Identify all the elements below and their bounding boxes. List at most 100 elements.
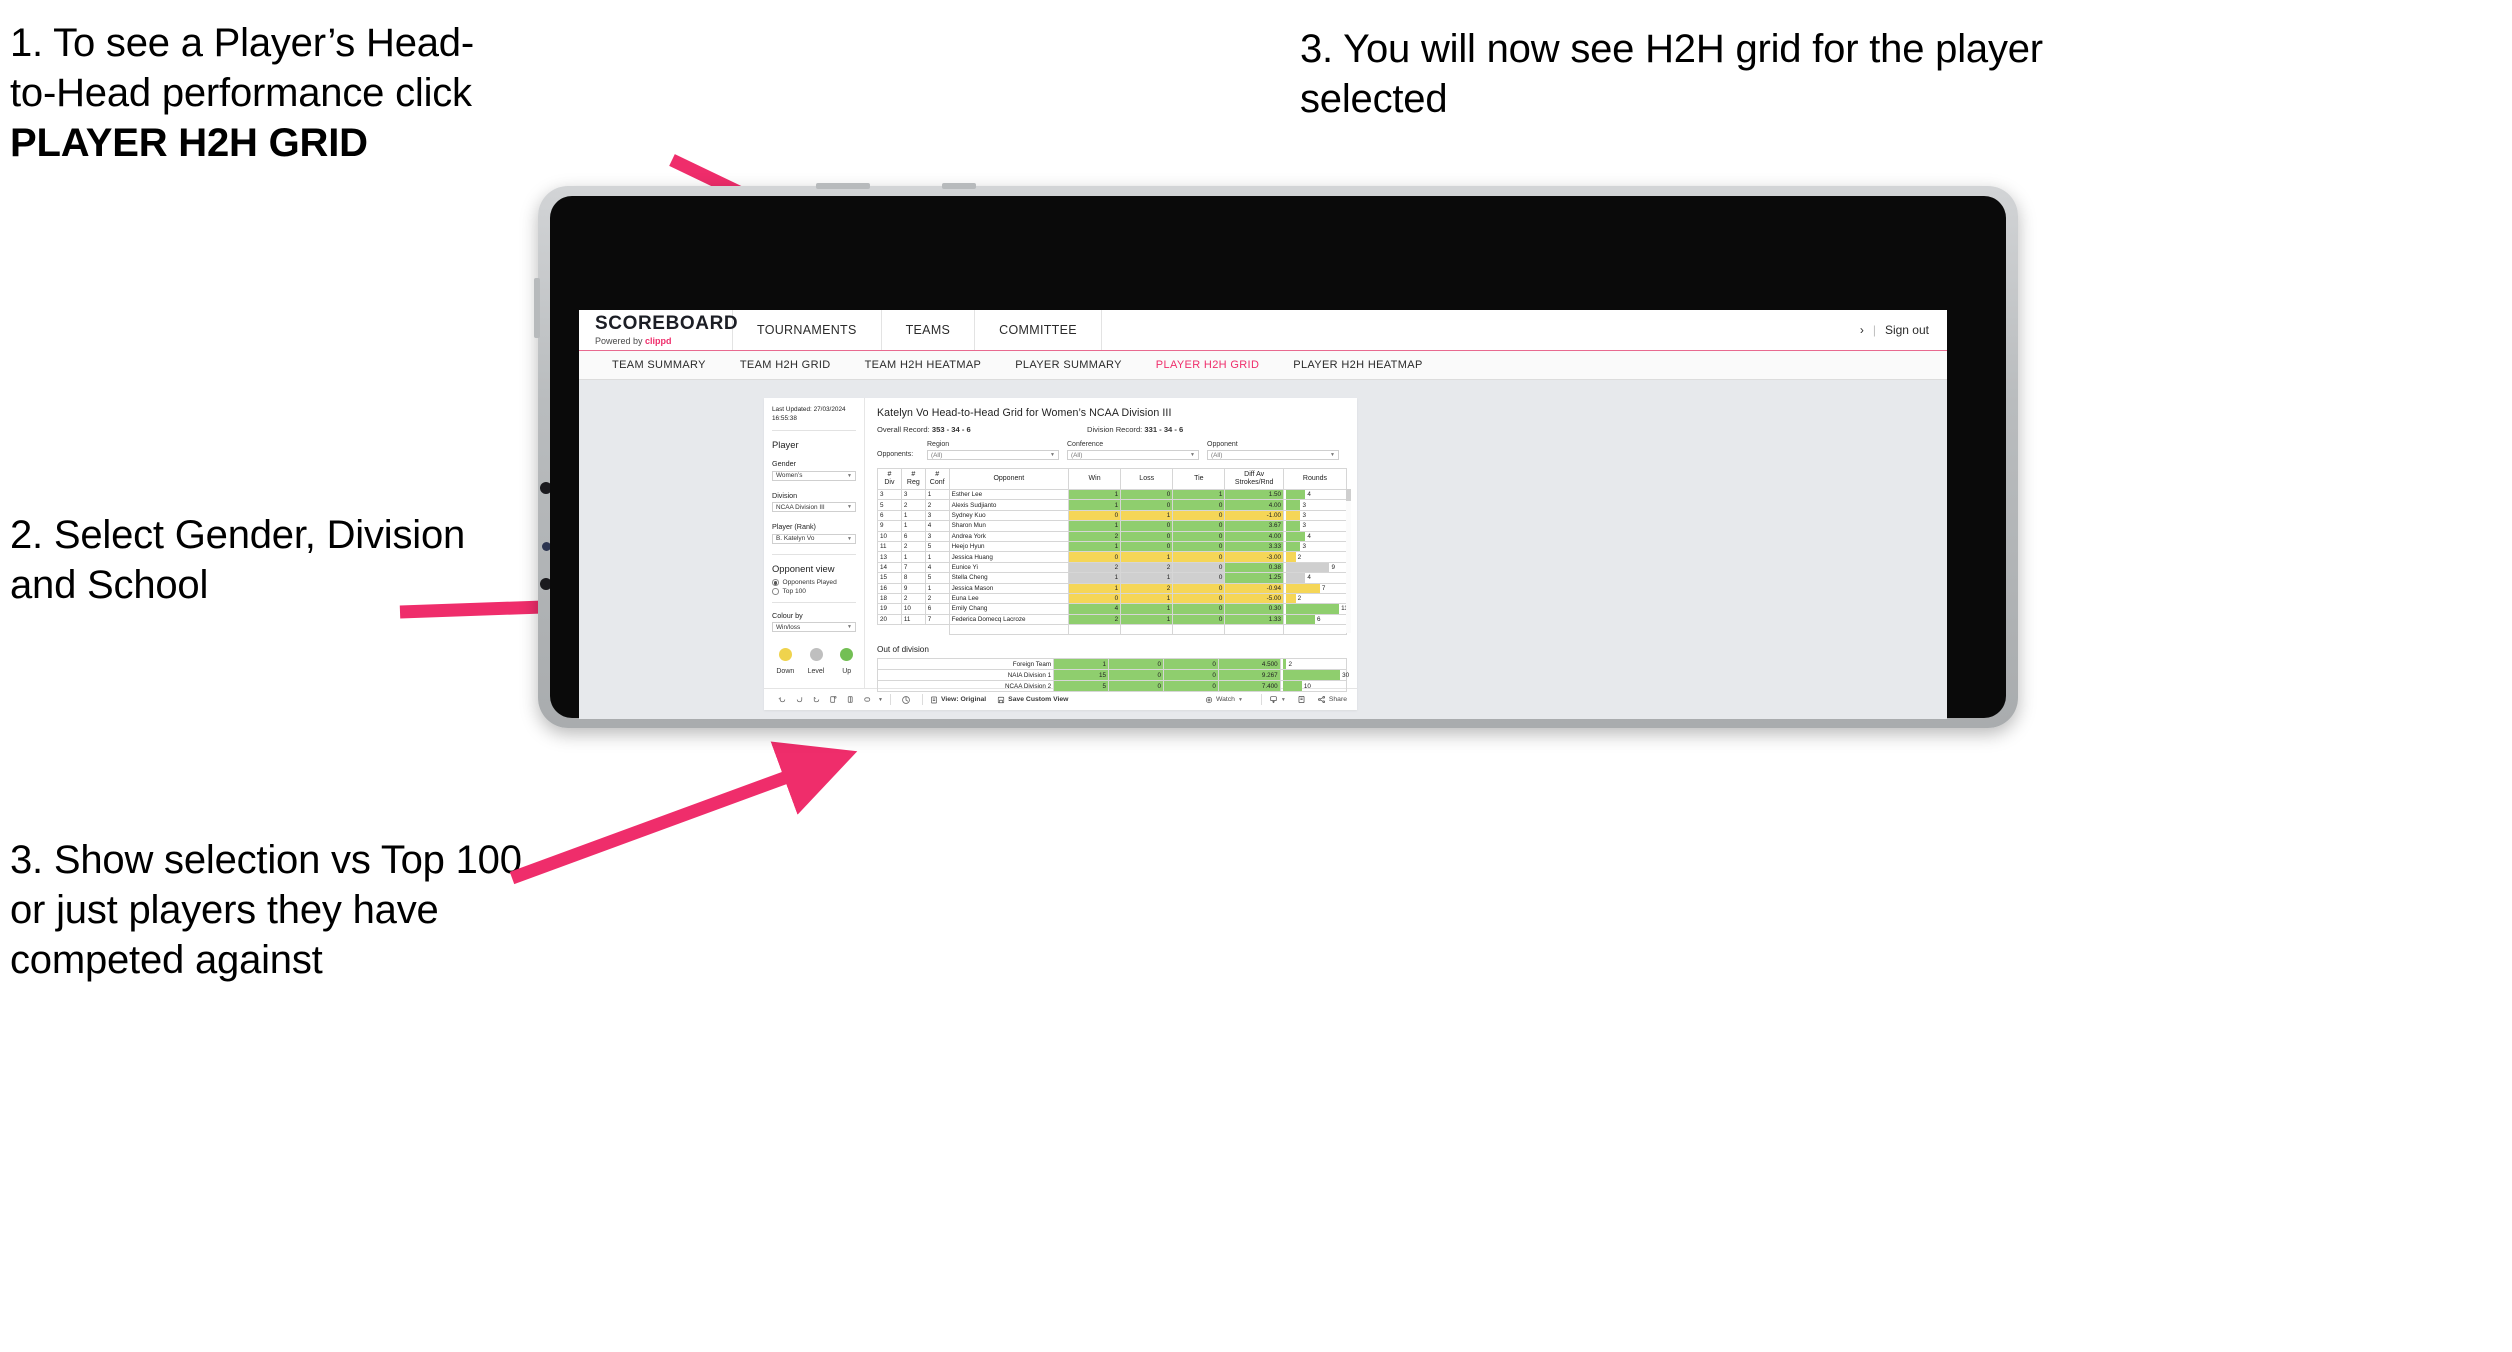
cell-div: 14 [877, 561, 902, 574]
sign-out-link[interactable]: Sign out [1885, 323, 1929, 337]
table-row[interactable]: 9 1 4 Sharon Mun 1 0 0 3.67 3 [877, 520, 1348, 532]
table-row[interactable]: 16 9 1 Jessica Mason 1 2 0 -0.94 7 [877, 582, 1348, 594]
cell-diff: 0.38 [1224, 561, 1284, 574]
subnav-item-team-summary[interactable]: TEAM SUMMARY [595, 359, 723, 371]
filter-region-select[interactable]: (All) ▼ [927, 450, 1059, 460]
toolbar-divider-2 [921, 694, 923, 705]
table-row[interactable]: 5 2 2 Alexis Sudjianto 1 0 0 4.00 3 [877, 499, 1348, 511]
topnav-item-tournaments[interactable]: TOURNAMENTS [733, 310, 882, 350]
table-row[interactable]: 11 2 5 Heejo Hyun 1 0 0 3.33 3 [877, 540, 1348, 553]
cell-loss: 2 [1120, 561, 1174, 574]
chevron-down-icon: ▼ [847, 624, 852, 631]
out-of-division-row[interactable]: Foreign Team 1 0 0 4.500 2 [876, 658, 1348, 671]
table-row[interactable]: 13 1 1 Jessica Huang 0 1 0 -3.00 2 [877, 551, 1348, 563]
legend-dot-down-icon [778, 648, 792, 662]
cell-conf: 3 [924, 509, 950, 522]
watch-button[interactable]: Watch ▼ [1205, 696, 1243, 704]
undo-icon[interactable] [774, 695, 791, 704]
table-row[interactable]: 15 8 5 Stella Cheng 1 1 0 1.25 4 [877, 572, 1348, 584]
cell-diff: -0.94 [1224, 582, 1284, 594]
radio-top-100[interactable]: Top 100 [772, 588, 856, 595]
cell-opponent: Alexis Sudjianto [948, 499, 1070, 511]
out-of-division-row[interactable]: NCAA Division 2 5 0 0 7.400 10 [876, 680, 1348, 693]
cell-opponent: Esther Lee [948, 488, 1070, 501]
brand-logo[interactable]: SCOREBOARD Powered by clippd [579, 310, 739, 350]
annotation-4: 3. You will now see H2H grid for the pla… [1300, 27, 2043, 121]
cell-win: 0 [1068, 592, 1122, 605]
fullscreen-button[interactable] [1297, 695, 1306, 704]
filters-label: Opponents: [877, 451, 914, 458]
gender-select[interactable]: Women’s ▼ [772, 470, 856, 481]
colour-by-select[interactable]: Win/loss ▼ [772, 622, 856, 633]
download-button[interactable]: ▼ [1269, 695, 1286, 704]
player-rank-select[interactable]: B. Katelyn Vo ▼ [772, 533, 856, 544]
grid-scrollbar-thumb[interactable] [1346, 489, 1351, 501]
toolbar-divider-3 [1260, 694, 1262, 705]
division-record: Division Record: 331 - 34 - 6 [1087, 425, 1183, 434]
highlight-icon[interactable] [859, 695, 876, 704]
table-row[interactable]: 10 6 3 Andrea York 2 0 0 4.00 4 [877, 530, 1348, 542]
subnav-item-player-h2h-grid[interactable]: PLAYER H2H GRID [1139, 359, 1276, 371]
brand-sub-clippd: clippd [645, 336, 672, 346]
save-custom-view-button[interactable]: Save Custom View [997, 696, 1068, 704]
cell-loss: 0 [1120, 520, 1174, 532]
player-rank-value: B. Katelyn Vo [776, 535, 815, 543]
subnav-item-team-h2h-heatmap[interactable]: TEAM H2H HEATMAP [848, 359, 999, 371]
cell-diff: 4.00 [1224, 530, 1284, 542]
division-select[interactable]: NCAA Division III ▼ [772, 502, 856, 513]
clear-filter-icon[interactable] [898, 695, 915, 705]
pause-icon[interactable] [842, 695, 859, 704]
revert-icon[interactable] [808, 695, 825, 704]
cell-rounds: 11 [1282, 603, 1348, 615]
grid-scrollbar[interactable] [1346, 489, 1351, 633]
cell-tie: 0 [1172, 572, 1226, 584]
topnav-item-committee[interactable]: COMMITTEE [975, 310, 1102, 350]
highlight-chevron-icon[interactable]: ▼ [878, 697, 883, 703]
subnav-item-player-summary[interactable]: PLAYER SUMMARY [998, 359, 1139, 371]
filter-opponent-select[interactable]: (All) ▼ [1207, 450, 1339, 460]
table-row[interactable]: 14 7 4 Eunice Yi 2 2 0 0.38 9 [877, 561, 1348, 574]
out-of-division-row[interactable]: NAIA Division 1 15 0 0 9.267 30 [876, 669, 1349, 682]
topnav-item-teams[interactable]: TEAMS [882, 310, 976, 350]
table-row[interactable]: 19 10 6 Emily Chang 4 1 0 0.30 11 [877, 603, 1348, 615]
cell-conf: 2 [924, 499, 950, 511]
filter-conference-select[interactable]: (All) ▼ [1067, 450, 1199, 460]
filter-region-value: (All) [931, 451, 943, 459]
table-row[interactable]: 18 2 2 Euna Lee 0 1 0 -5.00 2 [877, 592, 1348, 605]
subnav-item-team-h2h-grid[interactable]: TEAM H2H GRID [723, 359, 848, 371]
colour-legend: Down Level Up [772, 648, 856, 675]
table-row[interactable]: 20 11 7 Federica Domecq Lacroze 2 1 0 1.33 6 [877, 613, 1348, 626]
cell-loss: 1 [1120, 592, 1174, 605]
table-row[interactable]: 6 1 3 Sydney Kuo 0 1 0 -1.00 3 [877, 509, 1348, 522]
cell-opponent: Emily Chang [948, 603, 1070, 615]
redo-icon[interactable] [791, 695, 808, 704]
table-row[interactable]: 3 3 1 Esther Lee 1 0 1 1.50 4 [877, 488, 1348, 501]
legend-label-up: Up [842, 668, 852, 676]
refresh-icon[interactable] [825, 695, 842, 704]
download-icon [1270, 696, 1277, 704]
filter-region-label: Region [927, 441, 950, 448]
out-of-division-wrapper: Foreign Team 1 0 0 4.500 2 NAIA Division 1 15 0 0… [876, 658, 1349, 693]
brand-title: SCOREBOARD [595, 313, 739, 334]
brand-subtitle: Powered by clippd [595, 336, 732, 346]
save-custom-view-label: Save Custom View [1008, 696, 1069, 703]
h2h-grid-head: #Div #Reg #Conf Opponent Win Loss Tie [877, 468, 1348, 490]
chevron-right-icon[interactable]: › [1860, 323, 1864, 337]
ood-cell-win: 15 [1053, 669, 1110, 682]
ood-cell-name: Foreign Team [876, 658, 1055, 671]
table-blank-row [877, 624, 1348, 636]
opponent-filters: Opponents: Region (All) ▼ Conference (Al… [877, 441, 1347, 460]
view-original-button[interactable]: View: Original [930, 696, 986, 704]
page-title: Katelyn Vo Head-to-Head Grid for Women’s… [877, 407, 1172, 419]
last-updated-text: Last Updated: 27/03/2024 16:55:38 [772, 406, 846, 422]
cell-conf: 7 [924, 613, 950, 626]
cell-tie: 0 [1172, 592, 1226, 605]
filter-opponent-label: Opponent [1207, 441, 1238, 448]
share-button[interactable]: Share [1317, 695, 1347, 704]
radio-opponents-played[interactable]: Opponents Played [772, 579, 856, 586]
radio-label-opponents-played: Opponents Played [782, 578, 837, 586]
cell-reg: 10 [900, 603, 926, 615]
annotation-1: 1. To see a Player’s Head- to-Head perfo… [10, 18, 750, 168]
subnav-item-player-h2h-heatmap[interactable]: PLAYER H2H HEATMAP [1276, 359, 1439, 371]
cell-loss: 1 [1120, 509, 1174, 522]
